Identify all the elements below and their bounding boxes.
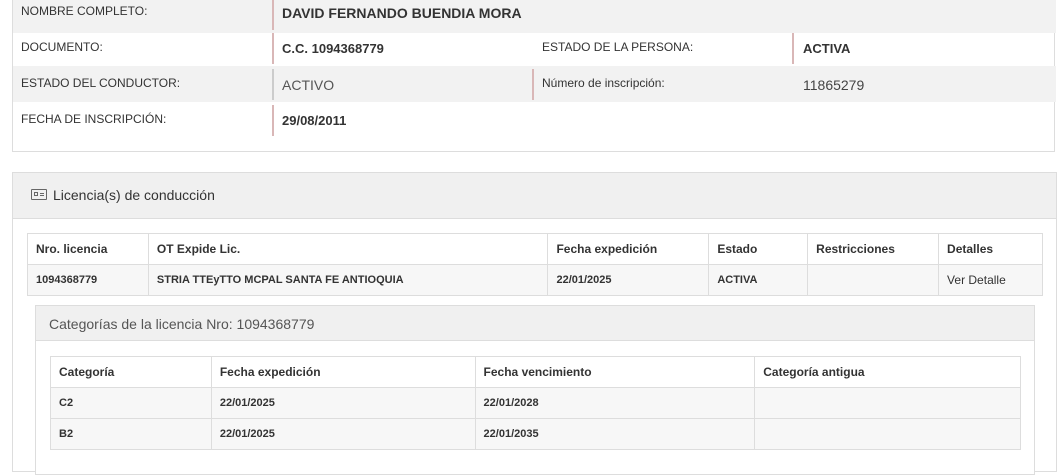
estado-conductor-label: ESTADO DEL CONDUCTOR:: [21, 76, 181, 90]
column-header-ot: OT Expide Lic.: [147, 233, 549, 265]
fecha-inscripcion-label: FECHA DE INSCRIPCIÓN:: [21, 112, 167, 126]
categories-title: Categorías de la licencia Nro: 109436877…: [49, 316, 315, 332]
licenses-heading: Licencia(s) de conducción: [13, 173, 1056, 219]
table-row: B2 22/01/2025 22/01/2035: [50, 418, 1021, 450]
table-header-row: Categoría Fecha expedición Fecha vencimi…: [50, 356, 1021, 388]
nombre-value: DAVID FERNANDO BUENDIA MORA: [282, 5, 522, 21]
num-inscripcion-value: 11865279: [803, 77, 865, 93]
estado-conductor-value: ACTIVO: [282, 77, 335, 93]
issue-date-cell: 22/01/2025: [210, 418, 476, 450]
info-row-documento: DOCUMENTO: C.C. 1094368779 ESTADO DE LA …: [13, 30, 1056, 66]
licenses-panel: Licencia(s) de conducción Nro. licencia …: [12, 172, 1057, 475]
column-header-antigua: Categoría antigua: [754, 356, 1021, 388]
expiry-date-cell: 22/01/2035: [474, 418, 756, 450]
expiry-date-cell: 22/01/2028: [474, 387, 756, 419]
table-header-row: Nro. licencia OT Expide Lic. Fecha exped…: [27, 233, 1043, 265]
fecha-inscripcion-value: 29/08/2011: [282, 113, 347, 128]
license-date-cell: 22/01/2025: [547, 264, 710, 296]
column-header-fecha: Fecha expedición: [547, 233, 710, 265]
categories-table: Categoría Fecha expedición Fecha vencimi…: [50, 356, 1021, 450]
view-detail-link[interactable]: Ver Detalle: [938, 264, 1043, 296]
documento-value: C.C. 1094368779: [282, 41, 384, 56]
num-inscripcion-label: Número de inscripción:: [542, 76, 665, 90]
licenses-table: Nro. licencia OT Expide Lic. Fecha exped…: [27, 233, 1043, 296]
old-category-cell: [754, 418, 1021, 450]
documento-label: DOCUMENTO:: [21, 40, 103, 54]
license-ot-cell: STRIA TTEyTTO MCPAL SANTA FE ANTIOQUIA: [147, 264, 549, 296]
nombre-label: NOMBRE COMPLETO:: [21, 4, 148, 18]
info-row-conductor: ESTADO DEL CONDUCTOR: ACTIVO Número de i…: [13, 66, 1056, 102]
license-status-cell: ACTIVA: [708, 264, 809, 296]
column-header-restricciones: Restricciones: [807, 233, 940, 265]
divider: [792, 33, 794, 64]
column-header-expedicion: Fecha expedición: [210, 356, 476, 388]
divider: [272, 0, 274, 30]
old-category-cell: [754, 387, 1021, 419]
licenses-title: Licencia(s) de conducción: [53, 187, 215, 203]
column-header-categoria: Categoría: [50, 356, 212, 388]
license-number-cell: 1094368779: [27, 264, 149, 296]
info-row-fecha: FECHA DE INSCRIPCIÓN: 29/08/2011: [13, 102, 1056, 138]
column-header-vencimiento: Fecha vencimiento: [474, 356, 756, 388]
column-header-detalles: Detalles: [938, 233, 1043, 265]
info-row-nombre: NOMBRE COMPLETO: DAVID FERNANDO BUENDIA …: [13, 0, 1056, 33]
category-cell: B2: [50, 418, 212, 450]
id-card-icon: [31, 189, 47, 200]
column-header-nro: Nro. licencia: [27, 233, 149, 265]
table-row: C2 22/01/2025 22/01/2028: [50, 387, 1021, 419]
issue-date-cell: 22/01/2025: [210, 387, 476, 419]
license-restrictions-cell: [807, 264, 940, 296]
estado-persona-value: ACTIVA: [803, 41, 851, 56]
categories-heading: Categorías de la licencia Nro: 109436877…: [36, 306, 1034, 341]
person-info-panel: NOMBRE COMPLETO: DAVID FERNANDO BUENDIA …: [12, 0, 1056, 152]
column-header-estado: Estado: [708, 233, 809, 265]
divider: [532, 69, 534, 100]
categories-panel: Categorías de la licencia Nro: 109436877…: [35, 305, 1035, 475]
divider: [272, 33, 274, 64]
category-cell: C2: [50, 387, 212, 419]
divider: [272, 69, 274, 100]
table-row: 1094368779 STRIA TTEyTTO MCPAL SANTA FE …: [27, 264, 1043, 296]
estado-persona-label: ESTADO DE LA PERSONA:: [542, 40, 694, 54]
divider: [272, 105, 274, 136]
